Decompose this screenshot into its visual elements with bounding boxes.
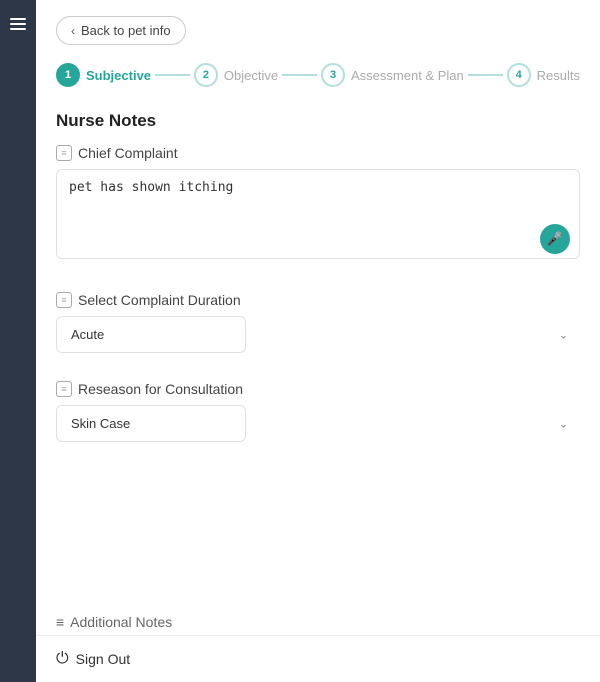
main-content: ‹ Back to pet info 1 Subjective 2 Object… (36, 0, 600, 682)
field-icon-duration: ≡ (56, 292, 72, 308)
additional-notes-label: Additional Notes (70, 614, 172, 630)
step-label-objective: Objective (224, 68, 278, 83)
chevron-down-icon-consultation: ⌄ (559, 417, 568, 430)
mic-button[interactable]: 🎤 (540, 224, 570, 254)
step-label-assessment: Assessment & Plan (351, 68, 464, 83)
step-circle-4: 4 (507, 63, 531, 87)
field-icon-additional: ≡ (56, 614, 64, 630)
complaint-duration-label: ≡ Select Complaint Duration (56, 292, 580, 308)
step-results[interactable]: 4 Results (507, 63, 580, 87)
steps-progress: 1 Subjective 2 Objective 3 Assessment & … (56, 63, 580, 87)
consultation-wrapper: Skin Case Vaccination General Checkup ⌄ (56, 405, 580, 442)
consultation-select[interactable]: Skin Case Vaccination General Checkup (56, 405, 246, 442)
step-circle-2: 2 (194, 63, 218, 87)
chevron-left-icon: ‹ (71, 24, 75, 38)
step-circle-3: 3 (321, 63, 345, 87)
complaint-duration-wrapper: Acute Chronic Sub-acute ⌄ (56, 316, 580, 353)
hamburger-icon[interactable] (10, 18, 26, 30)
bottom-bar: ⏻ Sign Out (0, 635, 600, 682)
field-icon-consultation: ≡ (56, 381, 72, 397)
mic-icon: 🎤 (547, 231, 563, 247)
step-circle-1: 1 (56, 63, 80, 87)
back-button[interactable]: ‹ Back to pet info (56, 16, 186, 45)
complaint-duration-select[interactable]: Acute Chronic Sub-acute (56, 316, 246, 353)
field-icon-complaint: ≡ (56, 145, 72, 161)
step-line-2 (282, 74, 317, 76)
signout-label: Sign Out (76, 651, 130, 667)
step-line-1 (155, 74, 190, 76)
sidebar (0, 0, 36, 682)
consultation-label: ≡ Reseason for Consultation (56, 381, 580, 397)
signout-button[interactable]: ⏻ Sign Out (56, 650, 130, 668)
step-label-results: Results (537, 68, 580, 83)
step-line-3 (468, 74, 503, 76)
step-subjective[interactable]: 1 Subjective (56, 63, 151, 87)
step-objective[interactable]: 2 Objective (194, 63, 278, 87)
step-label-subjective: Subjective (86, 68, 151, 83)
section-title: Nurse Notes (56, 111, 580, 131)
signout-icon: ⏻ (56, 650, 69, 668)
additional-notes-row: ≡ Additional Notes (56, 614, 172, 630)
chevron-down-icon-duration: ⌄ (559, 328, 568, 341)
chief-complaint-label: ≡ Chief Complaint (56, 145, 580, 161)
back-label: Back to pet info (81, 23, 171, 38)
chief-complaint-wrapper: 🎤 (56, 169, 580, 264)
step-assessment[interactable]: 3 Assessment & Plan (321, 63, 464, 87)
chief-complaint-input[interactable] (56, 169, 580, 259)
